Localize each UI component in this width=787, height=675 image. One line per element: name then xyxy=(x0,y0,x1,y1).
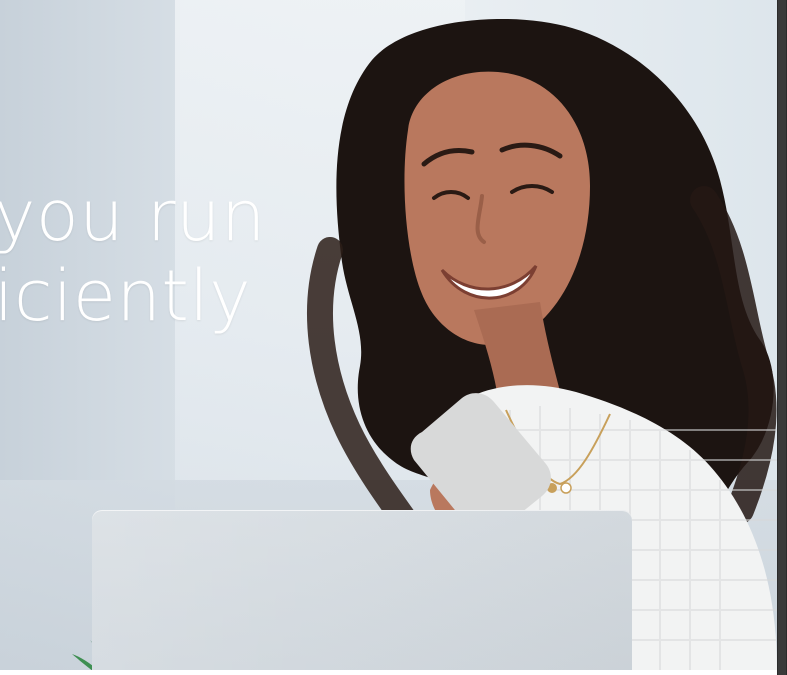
hero-headline-line-2: iciently xyxy=(0,255,252,337)
vertical-scrollbar[interactable] xyxy=(777,0,787,675)
necklace-charm-right xyxy=(560,482,572,494)
hero-image: you run iciently xyxy=(0,0,777,670)
page-viewport: you run iciently xyxy=(0,0,787,675)
bottom-strip xyxy=(0,670,777,675)
hero-headline: you run iciently xyxy=(0,176,266,336)
hero-headline-line-1: you run xyxy=(0,175,266,257)
laptop-shine xyxy=(92,510,632,670)
scrollbar-thumb[interactable] xyxy=(778,0,786,675)
laptop-shape xyxy=(92,510,632,670)
